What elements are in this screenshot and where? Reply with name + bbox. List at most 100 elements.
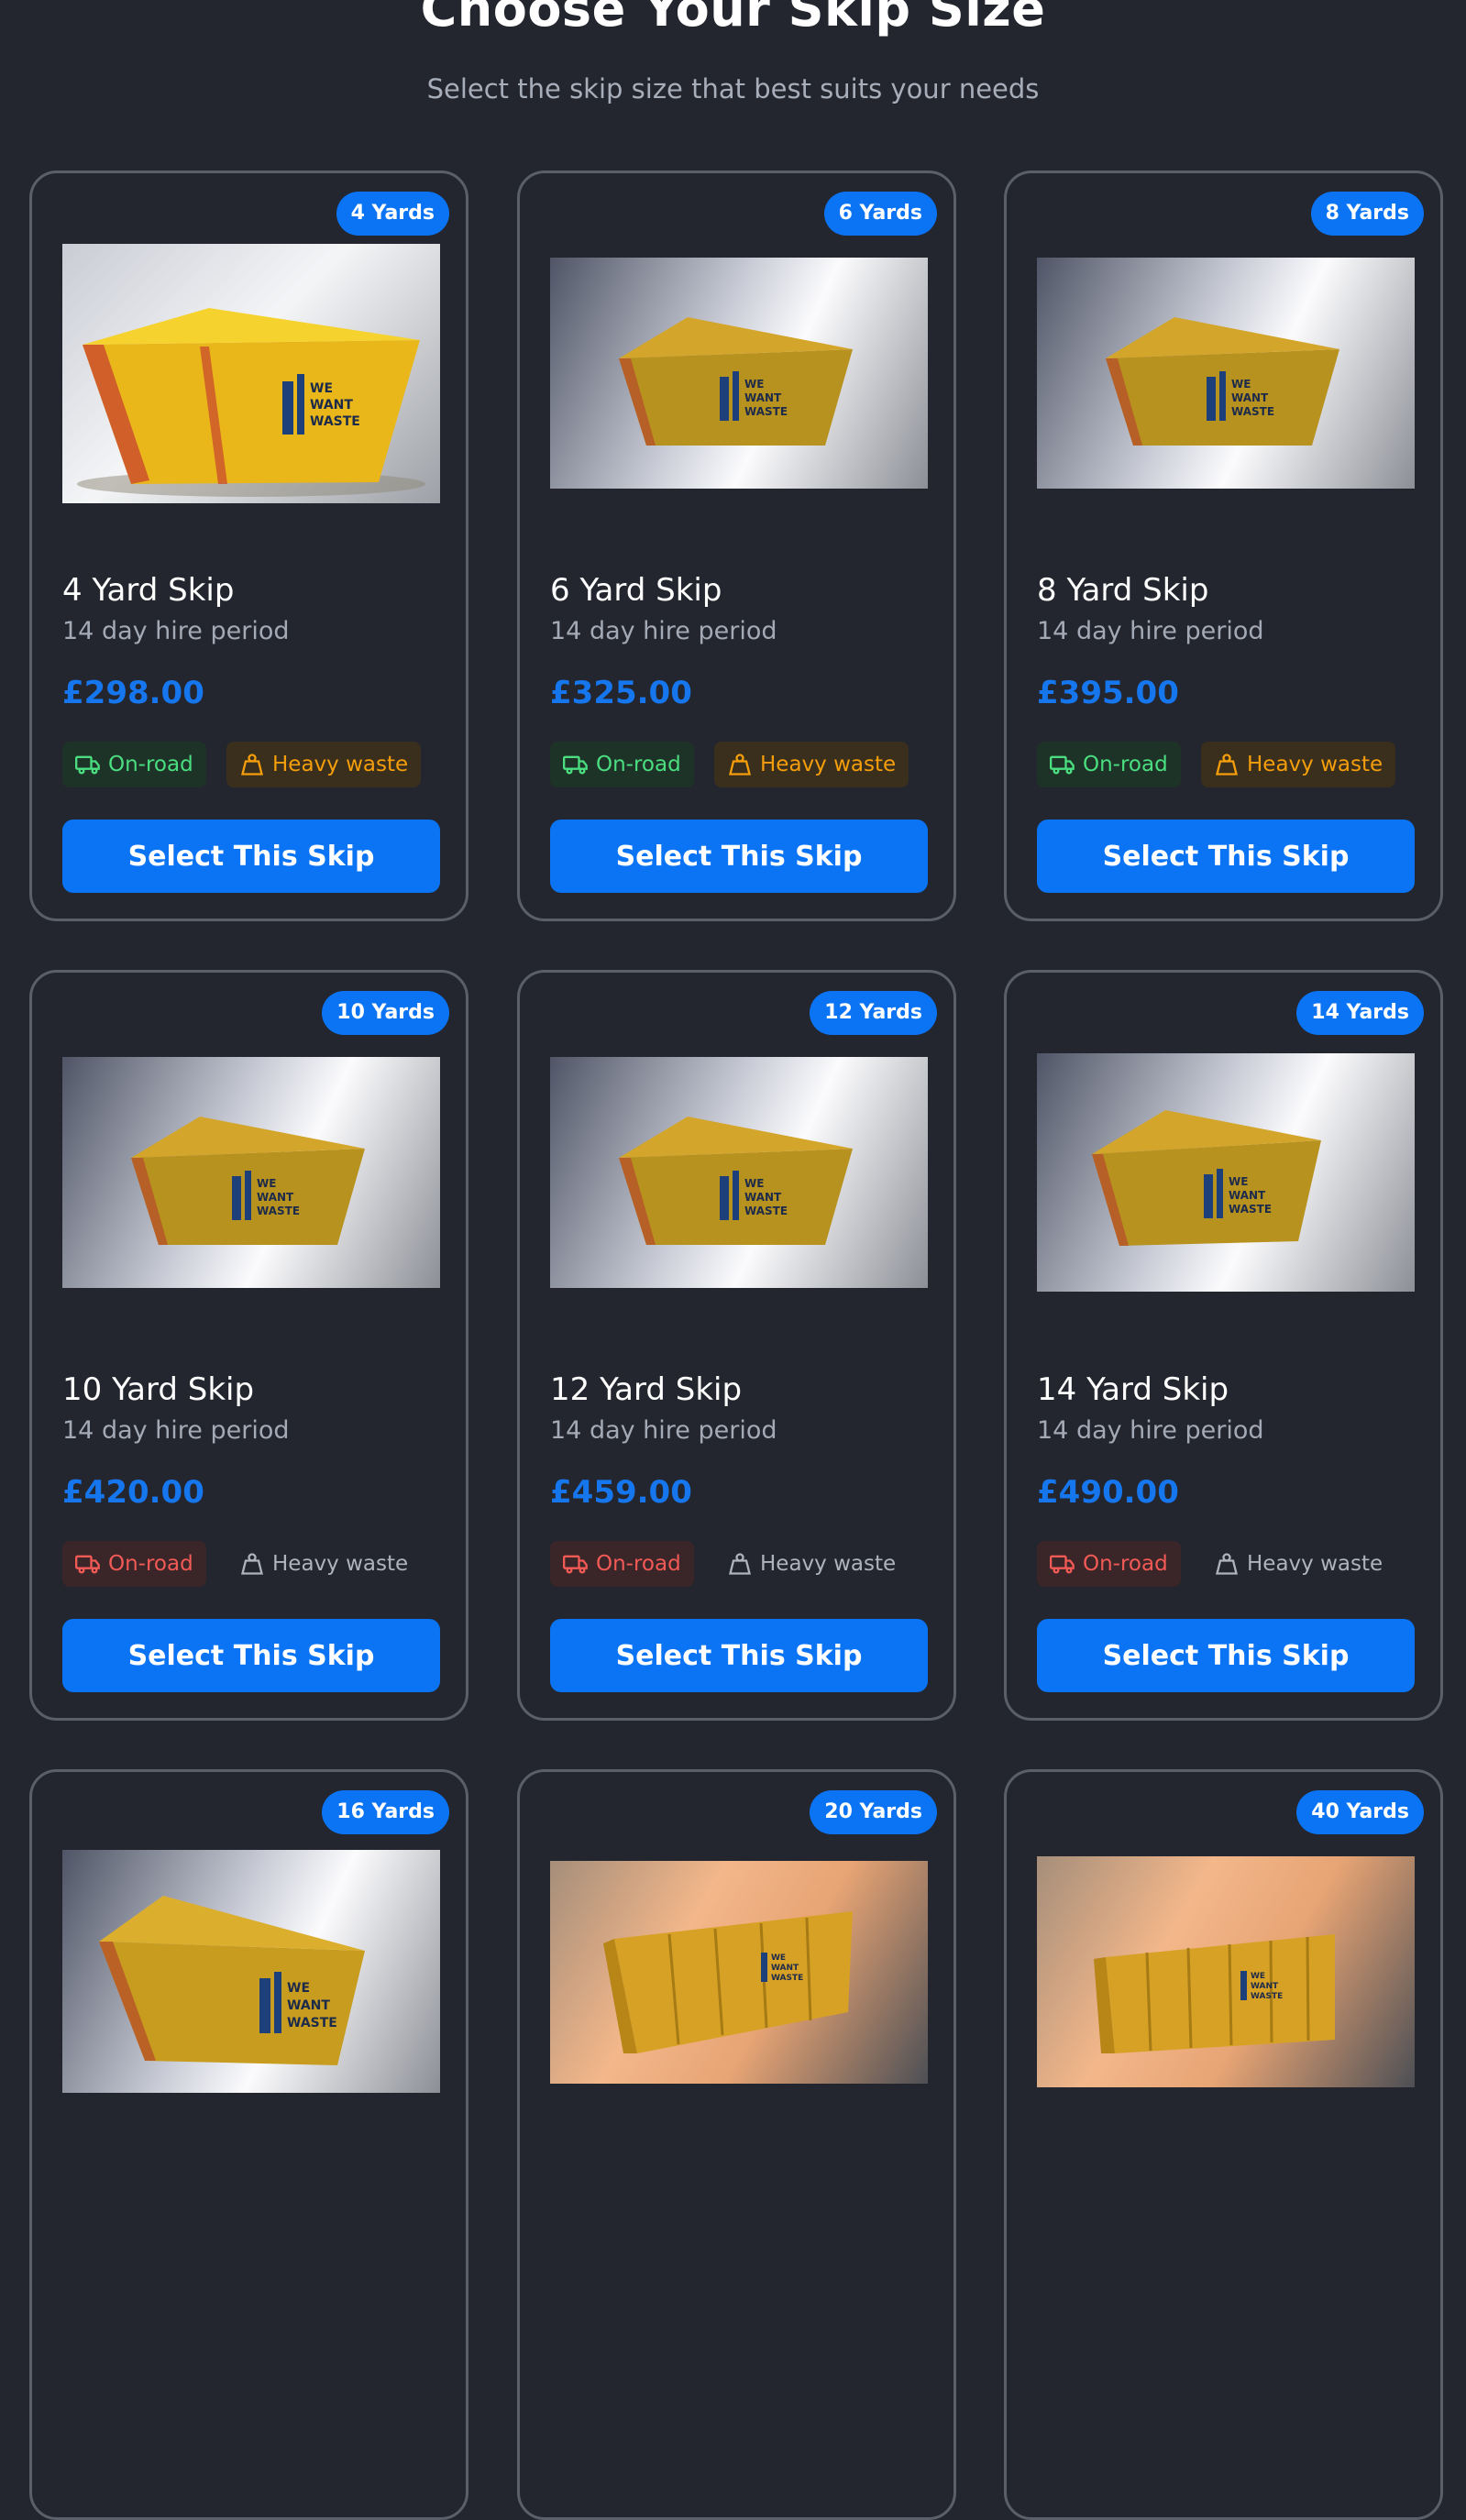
skip-price: £325.00 — [550, 675, 692, 711]
hire-period: 14 day hire period — [1037, 1416, 1264, 1445]
skip-card-8-yards[interactable]: 8 Yards WE WANT WASTE 8 Yard Skip 14 day… — [1004, 171, 1443, 921]
skip-image: WE WANT WASTE — [550, 1861, 928, 2084]
page-title: Choose Your Skip Size — [420, 0, 1046, 38]
svg-text:WANT: WANT — [1231, 391, 1269, 404]
svg-text:WANT: WANT — [310, 398, 353, 413]
heavy-waste-tag: Heavy waste — [226, 1541, 421, 1587]
svg-text:WE: WE — [257, 1177, 276, 1190]
skip-card-10-yards[interactable]: 10 Yards WE WANT WASTE 10 Yard Skip 14 d… — [29, 970, 468, 1721]
select-skip-button[interactable]: Select This Skip — [1037, 820, 1415, 893]
svg-text:WASTE: WASTE — [1229, 1203, 1272, 1216]
skip-photo: WE WANT WASTE — [1106, 317, 1339, 446]
size-badge: 8 Yards — [1310, 192, 1424, 236]
skip-price: £420.00 — [62, 1474, 204, 1511]
on-road-label: On-road — [596, 753, 681, 776]
weight-icon — [1216, 1553, 1238, 1575]
select-skip-button[interactable]: Select This Skip — [62, 820, 440, 893]
skip-card-4-yards[interactable]: 4 Yards WE WANT WASTE 4 Yard Skip 14 day… — [29, 171, 468, 921]
skip-image: WE WANT WASTE — [62, 244, 440, 503]
size-badge: 12 Yards — [810, 991, 937, 1035]
size-badge: 10 Yards — [322, 991, 449, 1035]
on-road-tag: On-road — [1037, 1541, 1181, 1587]
skip-card-6-yards[interactable]: 6 Yards WE WANT WASTE 6 Yard Skip 14 day… — [517, 171, 956, 921]
skip-price: £459.00 — [550, 1474, 692, 1511]
truck-icon — [563, 755, 588, 775]
truck-icon — [563, 1555, 588, 1574]
select-skip-button[interactable]: Select This Skip — [1037, 1619, 1415, 1692]
skip-image: WE WANT WASTE — [1037, 1856, 1415, 2087]
hire-period: 14 day hire period — [550, 617, 777, 645]
on-road-label: On-road — [1083, 753, 1168, 776]
svg-text:WASTE: WASTE — [1251, 1992, 1283, 2001]
skip-photo: WE WANT WASTE — [619, 1117, 853, 1245]
weight-icon — [241, 754, 263, 776]
on-road-label: On-road — [1083, 1552, 1168, 1576]
heavy-waste-label: Heavy waste — [1247, 1552, 1383, 1576]
svg-text:WASTE: WASTE — [744, 1205, 788, 1217]
skip-card-16-yards[interactable]: 16 Yards WE WANT WASTE — [29, 1769, 468, 2520]
svg-text:WANT: WANT — [744, 391, 782, 404]
svg-text:WASTE: WASTE — [287, 2016, 337, 2030]
skip-name: 14 Yard Skip — [1037, 1371, 1229, 1408]
skip-image: WE WANT WASTE — [550, 1057, 928, 1288]
svg-text:WANT: WANT — [771, 1964, 799, 1973]
truck-icon — [75, 1555, 100, 1574]
skip-card-12-yards[interactable]: 12 Yards WE WANT WASTE 12 Yard Skip 14 d… — [517, 970, 956, 1721]
on-road-label: On-road — [108, 753, 193, 776]
on-road-label: On-road — [596, 1552, 681, 1576]
heavy-waste-tag: Heavy waste — [714, 1541, 909, 1587]
skip-photo: WE WANT WASTE — [131, 1117, 365, 1245]
weight-icon — [729, 754, 751, 776]
weight-icon — [1216, 754, 1238, 776]
heavy-waste-label: Heavy waste — [760, 1552, 897, 1576]
page-subtitle: Select the skip size that best suits you… — [426, 73, 1040, 105]
heavy-waste-label: Heavy waste — [760, 753, 897, 776]
skip-card-20-yards[interactable]: 20 Yards WE WANT WASTE — [517, 1769, 956, 2520]
heavy-waste-tag: Heavy waste — [226, 742, 422, 787]
hire-period: 14 day hire period — [62, 1416, 290, 1445]
size-badge: 16 Yards — [322, 1790, 449, 1834]
heavy-waste-label: Heavy waste — [1247, 753, 1383, 776]
svg-text:WANT: WANT — [257, 1191, 294, 1204]
skip-name: 8 Yard Skip — [1037, 572, 1209, 609]
on-road-tag: On-road — [62, 1541, 206, 1587]
select-skip-button[interactable]: Select This Skip — [62, 1619, 440, 1692]
svg-text:WE: WE — [287, 1981, 310, 1996]
size-badge: 4 Yards — [336, 192, 449, 236]
skip-card-14-yards[interactable]: 14 Yards WE WANT WASTE 14 Yard Skip 14 d… — [1004, 970, 1443, 1721]
skip-name: 10 Yard Skip — [62, 1371, 255, 1408]
on-road-tag: On-road — [550, 1541, 694, 1587]
heavy-waste-tag: Heavy waste — [714, 742, 909, 787]
weight-icon — [729, 1553, 751, 1575]
skip-image: WE WANT WASTE — [1037, 1053, 1415, 1292]
truck-icon — [1050, 1555, 1075, 1574]
svg-text:WASTE: WASTE — [1231, 405, 1274, 418]
select-skip-button[interactable]: Select This Skip — [550, 820, 928, 893]
weight-icon — [241, 1553, 263, 1575]
on-road-tag: On-road — [550, 742, 694, 787]
svg-text:WASTE: WASTE — [744, 405, 788, 418]
skip-photo: WE WANT WASTE — [1092, 1110, 1321, 1246]
heavy-waste-tag: Heavy waste — [1201, 742, 1396, 787]
skip-card-40-yards[interactable]: 40 Yards WE WANT WASTE — [1004, 1769, 1443, 2520]
skip-photo: WE WANT WASTE — [77, 308, 425, 497]
skip-photo: WE WANT WASTE — [99, 1896, 365, 2065]
skip-name: 4 Yard Skip — [62, 572, 235, 609]
size-badge: 20 Yards — [810, 1790, 937, 1834]
svg-text:WANT: WANT — [1251, 1982, 1279, 1991]
on-road-tag: On-road — [1037, 742, 1181, 787]
hire-period: 14 day hire period — [550, 1416, 777, 1445]
skip-price: £298.00 — [62, 675, 204, 711]
select-skip-button[interactable]: Select This Skip — [550, 1619, 928, 1692]
svg-text:WASTE: WASTE — [310, 414, 360, 429]
skip-image: WE WANT WASTE — [1037, 258, 1415, 489]
skip-name: 6 Yard Skip — [550, 572, 722, 609]
on-road-label: On-road — [108, 1552, 193, 1576]
truck-icon — [75, 755, 100, 775]
svg-text:WE: WE — [310, 381, 333, 396]
skip-name: 12 Yard Skip — [550, 1371, 743, 1408]
truck-icon — [1050, 755, 1075, 775]
skip-photo: WE WANT WASTE — [603, 1911, 853, 2053]
hire-period: 14 day hire period — [1037, 617, 1264, 645]
svg-text:WASTE: WASTE — [771, 1974, 803, 1983]
